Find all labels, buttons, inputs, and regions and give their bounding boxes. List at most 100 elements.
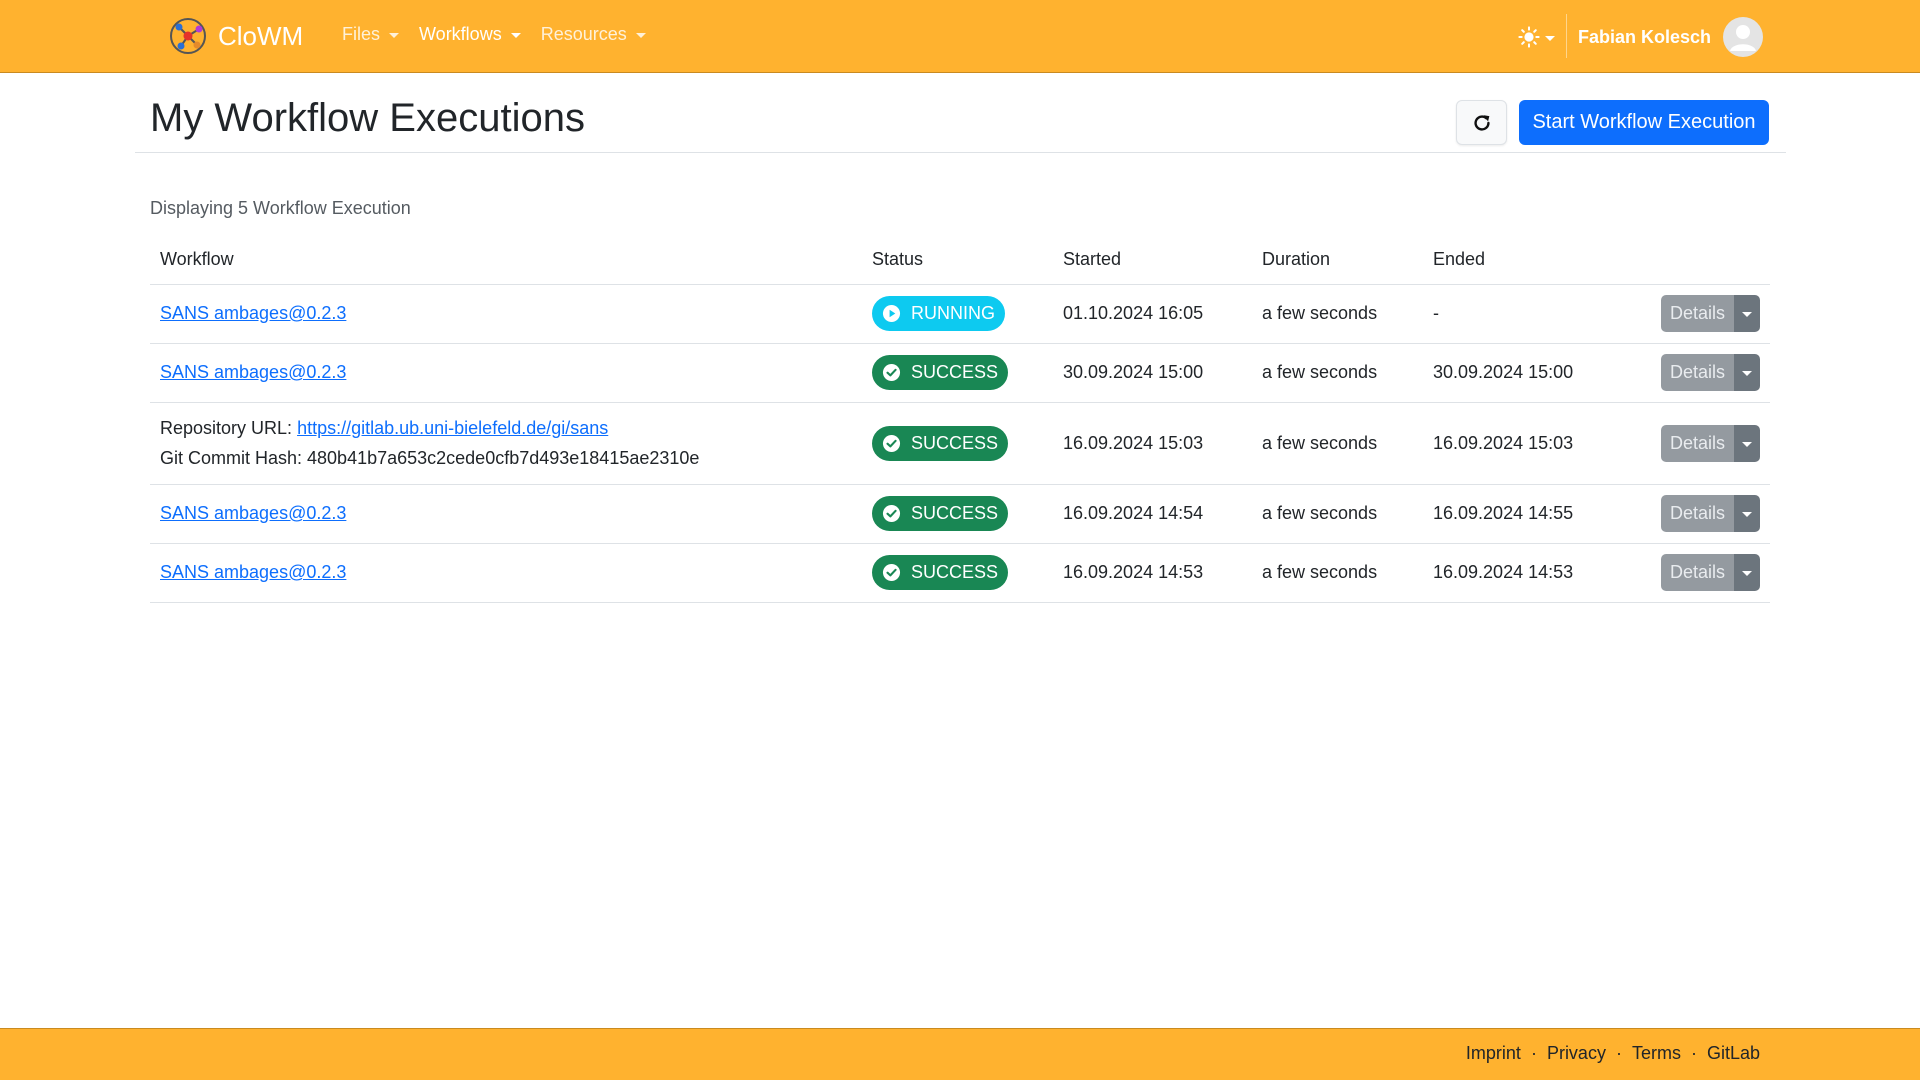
ended-cell: 16.09.2024 14:53	[1423, 543, 1594, 603]
column-header-actions	[1594, 236, 1770, 285]
details-button[interactable]: Details	[1661, 554, 1734, 591]
actions-cell: Details	[1594, 484, 1770, 544]
details-dropdown-toggle[interactable]	[1734, 495, 1760, 532]
status-cell: SUCCESS	[862, 402, 1053, 485]
check-circle-icon	[882, 434, 901, 452]
refresh-icon	[1473, 114, 1490, 131]
refresh-button[interactable]	[1456, 100, 1507, 145]
table-row: SANS ambages@0.2.3 SUCCESS 16.09.2024 14…	[150, 543, 1770, 603]
ended-cell: 16.09.2024 15:03	[1423, 402, 1594, 485]
started-cell: 16.09.2024 14:54	[1053, 484, 1252, 544]
footer-link-terms[interactable]: Terms	[1632, 1043, 1681, 1064]
footer-link-privacy[interactable]: Privacy	[1547, 1043, 1606, 1064]
footer: Imprint · Privacy · Terms · GitLab	[0, 1028, 1920, 1080]
status-badge: RUNNING	[872, 296, 1005, 331]
check-circle-icon	[882, 563, 901, 582]
workflow-cell: SANS ambages@0.2.3	[150, 284, 862, 344]
actions-cell: Details	[1594, 543, 1770, 603]
chevron-down-icon	[1742, 571, 1752, 576]
details-button[interactable]: Details	[1661, 424, 1734, 462]
executions-table: Workflow Status Started Duration Ended S…	[150, 236, 1770, 603]
user-name: Fabian Kolesch	[1578, 26, 1712, 47]
chevron-down-icon	[389, 33, 400, 38]
sun-icon	[1518, 26, 1540, 48]
details-dropdown-toggle[interactable]	[1734, 424, 1760, 462]
details-button-group: Details	[1661, 295, 1760, 332]
navbar-divider	[1566, 14, 1567, 58]
duration-cell: a few seconds	[1252, 484, 1423, 544]
started-cell: 16.09.2024 15:03	[1053, 402, 1252, 485]
table-row: SANS ambages@0.2.3 SUCCESS 30.09.2024 15…	[150, 343, 1770, 403]
duration-cell: a few seconds	[1252, 284, 1423, 344]
chevron-down-icon	[1742, 371, 1752, 376]
theme-toggle-dropdown[interactable]	[1518, 24, 1555, 50]
chevron-down-icon	[1742, 441, 1752, 447]
chevron-down-icon	[1545, 35, 1555, 41]
status-label: RUNNING	[911, 303, 995, 323]
details-button[interactable]: Details	[1661, 495, 1734, 532]
status-badge: SUCCESS	[872, 555, 1009, 590]
started-cell: 16.09.2024 14:53	[1053, 543, 1252, 603]
check-circle-icon	[882, 363, 901, 382]
nav-files-label: Files	[342, 24, 381, 44]
details-button[interactable]: Details	[1661, 295, 1734, 332]
repository-url-label: Repository URL:	[160, 418, 293, 438]
details-button[interactable]: Details	[1661, 354, 1734, 391]
footer-link-gitlab[interactable]: GitLab	[1707, 1043, 1760, 1064]
table-header-row: Workflow Status Started Duration Ended	[150, 236, 1770, 285]
workflow-cell: SANS ambages@0.2.3	[150, 343, 862, 403]
column-header-ended: Ended	[1423, 236, 1594, 285]
nav-files-dropdown[interactable]: Files	[332, 24, 409, 45]
chevron-down-icon	[1742, 312, 1752, 317]
nav-resources-dropdown[interactable]: Resources	[531, 24, 656, 45]
details-button-group: Details	[1661, 424, 1760, 462]
actions-cell: Details	[1594, 343, 1770, 403]
workflow-cell: Repository URL: https://gitlab.ub.uni-bi…	[150, 402, 862, 485]
start-workflow-execution-button[interactable]: Start Workflow Execution	[1519, 100, 1769, 145]
check-circle-icon	[882, 504, 901, 523]
repository-url-line: Repository URL: https://gitlab.ub.uni-bi…	[160, 413, 852, 443]
repository-url-link[interactable]: https://gitlab.ub.uni-bielefeld.de/gi/sa…	[297, 418, 608, 438]
ended-cell: 30.09.2024 15:00	[1423, 343, 1594, 403]
footer-link-imprint[interactable]: Imprint	[1466, 1043, 1521, 1064]
workflow-link[interactable]: SANS ambages@0.2.3	[160, 562, 346, 582]
footer-separator: ·	[1615, 1043, 1622, 1063]
status-badge: SUCCESS	[872, 496, 1009, 531]
brand-name: CloWM	[218, 20, 304, 51]
details-dropdown-toggle[interactable]	[1734, 295, 1760, 332]
column-header-workflow: Workflow	[150, 236, 862, 285]
workflow-link[interactable]: SANS ambages@0.2.3	[160, 503, 346, 523]
actions-cell: Details	[1594, 284, 1770, 344]
ended-cell: 16.09.2024 14:55	[1423, 484, 1594, 544]
footer-separator: ·	[1690, 1043, 1697, 1063]
column-header-duration: Duration	[1252, 236, 1423, 285]
nav-workflows-dropdown[interactable]: Workflows	[409, 24, 531, 45]
footer-links: Imprint · Privacy · Terms · GitLab	[1466, 1043, 1760, 1064]
avatar-icon	[1723, 17, 1764, 57]
workflow-link[interactable]: SANS ambages@0.2.3	[160, 362, 346, 382]
column-header-started: Started	[1053, 236, 1252, 285]
details-dropdown-toggle[interactable]	[1734, 354, 1760, 391]
status-label: SUCCESS	[911, 362, 999, 382]
status-badge: SUCCESS	[872, 355, 1009, 390]
table-row: SANS ambages@0.2.3 RUNNING 01.10.2024 16…	[150, 284, 1770, 344]
nav-resources-label: Resources	[540, 24, 627, 44]
execution-count-text: Displaying 5 Workflow Execution	[150, 198, 411, 218]
nav-workflows-label: Workflows	[419, 24, 502, 44]
status-label: SUCCESS	[911, 432, 999, 453]
workflow-cell: SANS ambages@0.2.3	[150, 484, 862, 544]
ended-cell: -	[1423, 284, 1594, 344]
page-title: My Workflow Executions	[150, 96, 585, 140]
brand-link[interactable]: CloWM	[168, 16, 303, 56]
details-button-group: Details	[1661, 554, 1760, 591]
details-button-group: Details	[1661, 495, 1760, 532]
commit-hash-line: Git Commit Hash: 480b41b7a653c2cede0cfb7…	[160, 448, 700, 468]
workflow-cell: SANS ambages@0.2.3	[150, 543, 862, 603]
details-button-group: Details	[1661, 354, 1760, 391]
column-header-status: Status	[862, 236, 1053, 285]
actions-cell: Details	[1594, 402, 1770, 485]
user-menu[interactable]: Fabian Kolesch	[1578, 16, 1764, 58]
details-dropdown-toggle[interactable]	[1734, 554, 1760, 591]
workflow-link[interactable]: SANS ambages@0.2.3	[160, 303, 346, 323]
status-cell: SUCCESS	[862, 543, 1053, 603]
